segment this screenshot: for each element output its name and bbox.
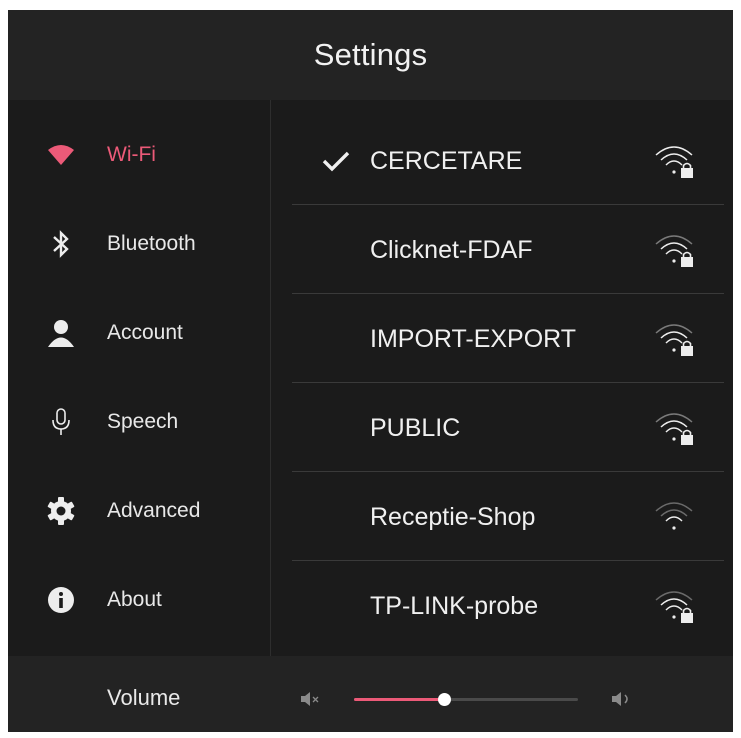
row-divider — [292, 382, 724, 383]
sidebar-item-label: About — [107, 588, 162, 611]
volume-label: Volume — [107, 685, 181, 710]
network-name: IMPORT-EXPORT — [370, 324, 577, 353]
wifi-lock-signal-icon — [655, 146, 693, 178]
settings-window: Settings Wi-Fi Bluetooth Account Speech — [8, 10, 733, 732]
wifi-network-row[interactable]: TP-LINK-probe — [292, 562, 724, 650]
sidebar-item-label: Wi-Fi — [107, 143, 156, 166]
row-divider — [292, 471, 724, 472]
wifi-signal-icon — [655, 502, 693, 530]
row-divider — [292, 204, 724, 205]
sidebar-item-wifi[interactable]: Wi-Fi — [8, 125, 270, 185]
account-icon — [46, 318, 76, 348]
sidebar-item-account[interactable]: Account — [8, 303, 270, 363]
wifi-network-list: CERCETARE Clicknet-FDAF IMPORT-EXPORT PU… — [292, 100, 724, 656]
network-name: CERCETARE — [370, 146, 523, 175]
wifi-network-row[interactable]: Clicknet-FDAF — [292, 206, 724, 294]
volume-mute-icon[interactable] — [300, 691, 320, 707]
network-name: Receptie-Shop — [370, 502, 536, 531]
wifi-network-row[interactable]: CERCETARE — [292, 117, 724, 205]
network-name: TP-LINK-probe — [370, 591, 539, 620]
header-bar: Settings — [8, 10, 733, 100]
wifi-lock-signal-icon — [655, 591, 693, 623]
wifi-network-row[interactable]: IMPORT-EXPORT — [292, 295, 724, 383]
wifi-network-row[interactable]: Receptie-Shop — [292, 473, 724, 561]
wifi-lock-signal-icon — [655, 324, 693, 356]
volume-slider[interactable] — [354, 689, 578, 709]
volume-bar: Volume — [8, 656, 733, 732]
sidebar-item-bluetooth[interactable]: Bluetooth — [8, 214, 270, 274]
sidebar-item-label: Bluetooth — [107, 232, 196, 255]
network-name: Clicknet-FDAF — [370, 235, 533, 264]
sidebar-item-about[interactable]: About — [8, 570, 270, 630]
sidebar-item-label: Speech — [107, 410, 179, 433]
sidebar-item-advanced[interactable]: Advanced — [8, 481, 270, 541]
volume-up-icon[interactable] — [611, 691, 633, 707]
gear-icon — [46, 496, 76, 526]
wifi-network-row[interactable]: PUBLIC — [292, 384, 724, 472]
wifi-icon — [46, 140, 76, 170]
info-icon — [46, 585, 76, 615]
sidebar-item-label: Advanced — [107, 499, 201, 522]
bluetooth-icon — [46, 229, 76, 259]
page-title: Settings — [313, 37, 428, 72]
slider-fill — [354, 698, 444, 701]
slider-thumb[interactable] — [437, 693, 451, 706]
row-divider — [292, 560, 724, 561]
sidebar-item-speech[interactable]: Speech — [8, 392, 270, 452]
wifi-lock-signal-icon — [655, 235, 693, 267]
row-divider — [292, 293, 724, 294]
microphone-icon — [46, 407, 76, 437]
sidebar-item-label: Account — [107, 321, 183, 344]
network-name: PUBLIC — [370, 413, 461, 442]
sidebar: Wi-Fi Bluetooth Account Speech Advanced … — [8, 100, 271, 656]
wifi-lock-signal-icon — [655, 413, 693, 445]
checkmark-icon — [322, 151, 350, 172]
